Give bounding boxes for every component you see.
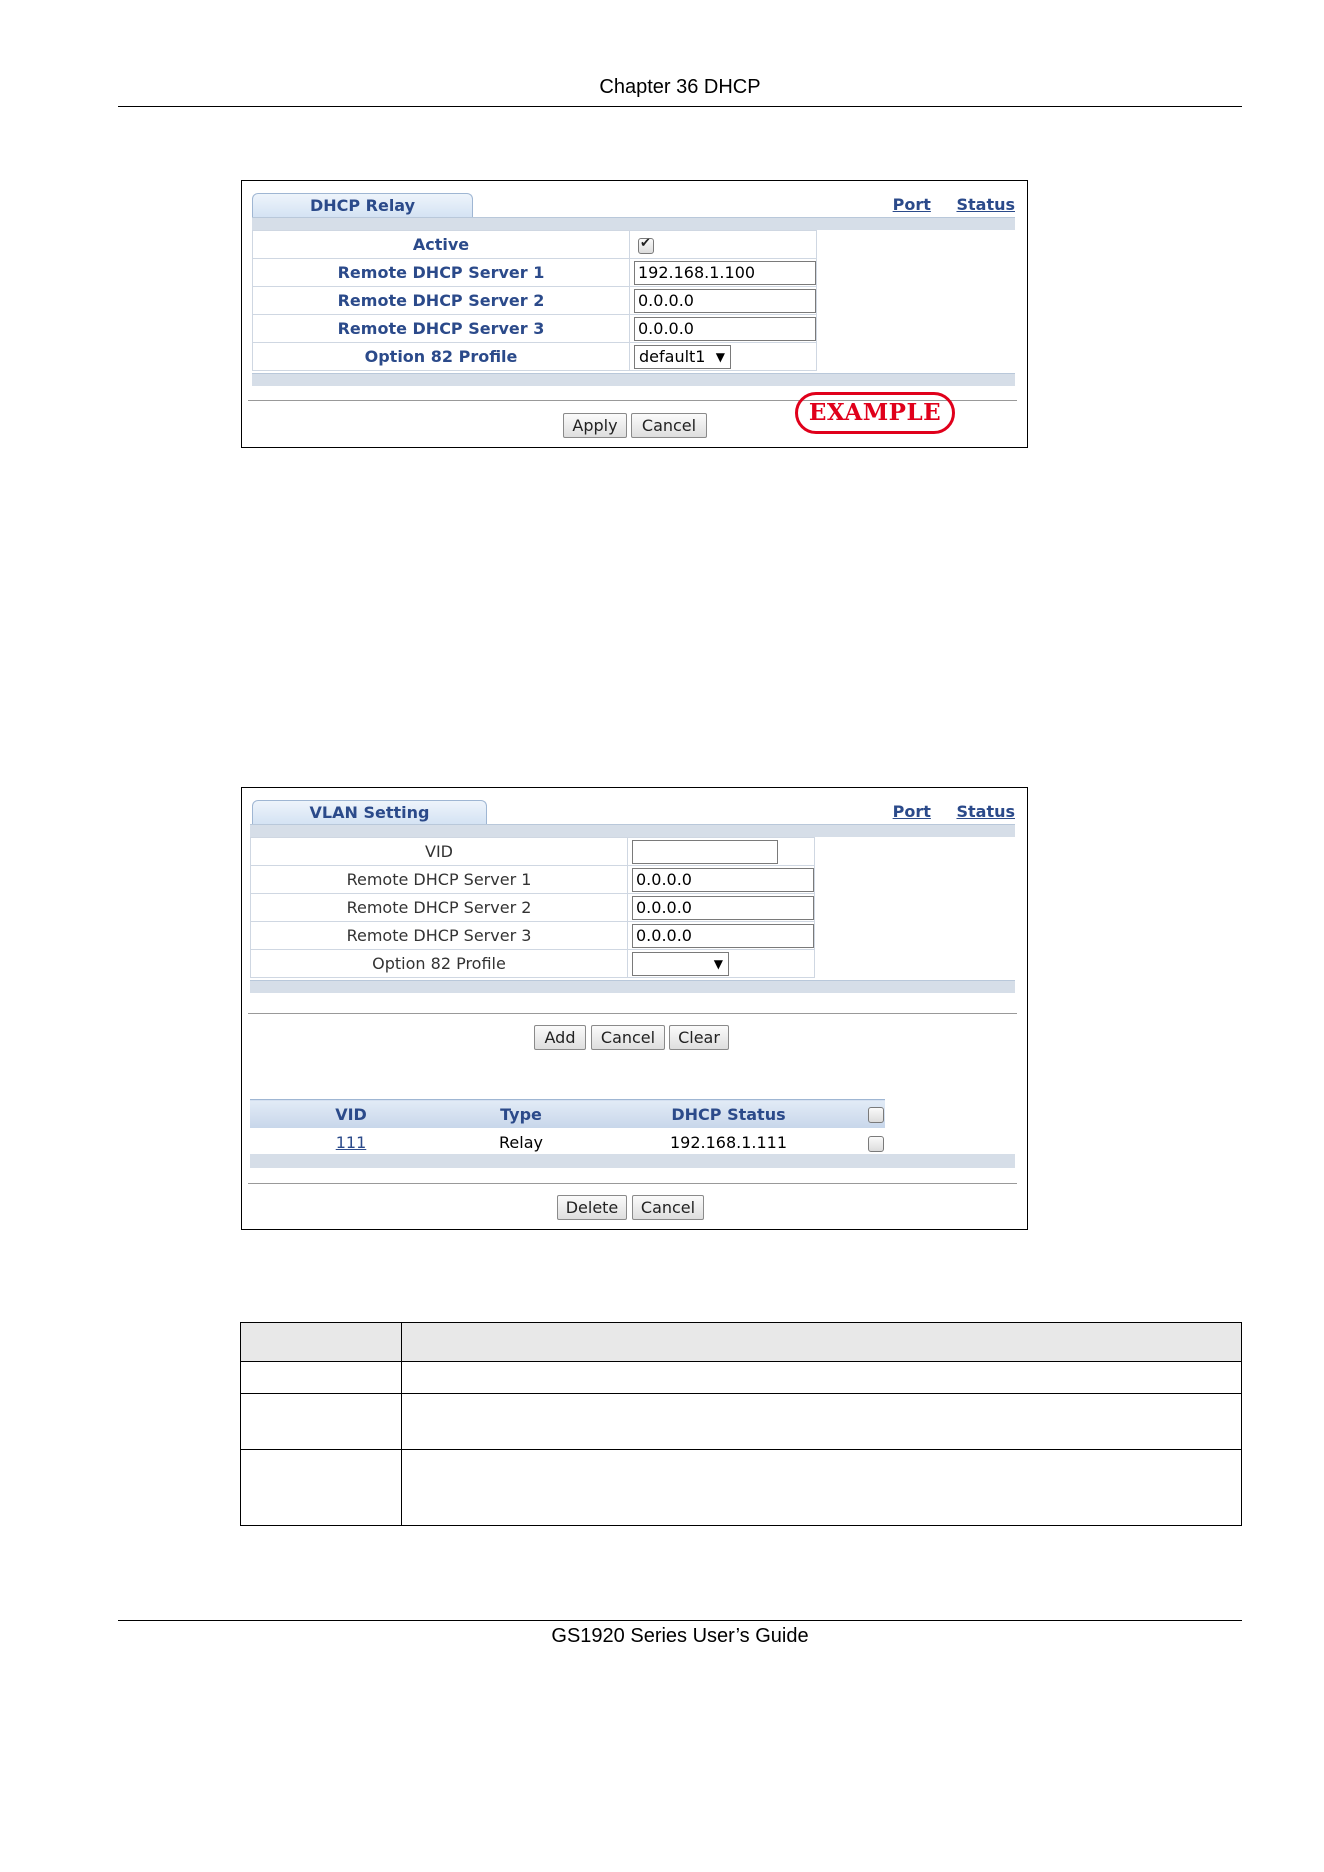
- active-label: Active: [252, 230, 630, 259]
- vid-row: VID: [250, 837, 815, 866]
- cancel-button[interactable]: Cancel: [631, 413, 707, 438]
- port-link[interactable]: Port: [893, 802, 931, 821]
- server2-row: Remote DHCP Server 2 0.0.0.0: [250, 893, 815, 922]
- server1-input[interactable]: 0.0.0.0: [632, 867, 814, 892]
- top-links: Port Status: [873, 802, 1015, 821]
- dropdown-arrow-icon: ▼: [715, 349, 725, 364]
- option82-label: Option 82 Profile: [250, 949, 628, 978]
- top-links: Port Status: [873, 195, 1015, 214]
- server3-input[interactable]: 0.0.0.0: [634, 316, 816, 341]
- clear-button[interactable]: Clear: [669, 1025, 729, 1050]
- server3-input[interactable]: 0.0.0.0: [632, 923, 814, 948]
- header-band: [252, 217, 1015, 230]
- tab-dhcp-relay[interactable]: DHCP Relay: [252, 193, 473, 218]
- chapter-title: Chapter 36 DHCP: [599, 76, 761, 98]
- server3-row: Remote DHCP Server 3 0.0.0.0: [252, 314, 817, 343]
- server3-label: Remote DHCP Server 3: [250, 921, 628, 950]
- option82-select[interactable]: ▼: [632, 951, 729, 976]
- header-cell-description: [401, 1322, 1242, 1362]
- option82-label: Option 82 Profile: [252, 342, 630, 371]
- server2-label: Remote DHCP Server 2: [250, 893, 628, 922]
- col-type: Type: [452, 1099, 590, 1128]
- server2-input[interactable]: 0.0.0.0: [632, 895, 814, 920]
- server1-label: Remote DHCP Server 1: [252, 258, 630, 287]
- status-link[interactable]: Status: [956, 195, 1015, 214]
- separator: [248, 1183, 1017, 1184]
- cancel-button[interactable]: Cancel: [591, 1025, 665, 1050]
- add-button[interactable]: Add: [534, 1025, 586, 1050]
- vlan-list: VID Type DHCP Status 111 Relay 192.168.1…: [250, 1099, 885, 1158]
- vid-input[interactable]: [632, 839, 778, 864]
- relay-form: Active Remote DHCP Server 1 192.168.1.10…: [252, 230, 817, 371]
- separator: [248, 1013, 1017, 1014]
- cancel-button-2[interactable]: Cancel: [632, 1195, 704, 1220]
- vlan-setting-screen: VLAN Setting Port Status VID Remote DHCP…: [241, 787, 1028, 1230]
- apply-button[interactable]: Apply: [563, 413, 627, 438]
- option82-selected: default1: [639, 346, 706, 366]
- table-row: [240, 1393, 1242, 1450]
- description-table: [240, 1322, 1242, 1526]
- server2-input[interactable]: 0.0.0.0: [634, 288, 816, 313]
- status-link[interactable]: Status: [956, 802, 1015, 821]
- server3-label: Remote DHCP Server 3: [252, 314, 630, 343]
- tab-vlan-setting[interactable]: VLAN Setting: [252, 800, 487, 825]
- guide-title: GS1920 Series User’s Guide: [551, 1625, 809, 1647]
- active-checkbox[interactable]: [638, 236, 654, 254]
- option82-row: Option 82 Profile default1 ▼: [252, 342, 817, 371]
- table-header-row: [240, 1322, 1242, 1362]
- vid-label: VID: [250, 837, 628, 866]
- example-stamp: EXAMPLE: [795, 392, 955, 434]
- footer-band: [250, 980, 1015, 993]
- delete-button[interactable]: Delete: [557, 1195, 627, 1220]
- table-row: [240, 1449, 1242, 1526]
- list-band: [250, 1154, 1015, 1168]
- server1-row: Remote DHCP Server 1 192.168.1.100: [252, 258, 817, 287]
- server2-row: Remote DHCP Server 2 0.0.0.0: [252, 286, 817, 315]
- dhcp-relay-screen: DHCP Relay Port Status Active Remote DHC…: [241, 180, 1028, 448]
- vlan-form: VID Remote DHCP Server 1 0.0.0.0 Remote …: [250, 837, 815, 978]
- server3-row: Remote DHCP Server 3 0.0.0.0: [250, 921, 815, 950]
- server2-label: Remote DHCP Server 2: [252, 286, 630, 315]
- option82-row: Option 82 Profile ▼: [250, 949, 815, 978]
- server1-label: Remote DHCP Server 1: [250, 865, 628, 894]
- header-band: [250, 824, 1015, 837]
- option82-select[interactable]: default1 ▼: [634, 344, 731, 369]
- page-footer: GS1920 Series User’s Guide: [118, 1620, 1242, 1647]
- header-cell-label: [240, 1322, 402, 1362]
- server1-row: Remote DHCP Server 1 0.0.0.0: [250, 865, 815, 894]
- row-checkbox[interactable]: [868, 1135, 884, 1152]
- vid-link[interactable]: 111: [336, 1133, 367, 1152]
- col-vid: VID: [250, 1099, 452, 1128]
- dropdown-arrow-icon: ▼: [713, 956, 723, 971]
- table-row: [240, 1361, 1242, 1394]
- page-header: Chapter 36 DHCP: [118, 70, 1242, 107]
- active-row: Active: [252, 230, 817, 259]
- col-dhcp-status: DHCP Status: [590, 1099, 867, 1128]
- port-link[interactable]: Port: [893, 195, 931, 214]
- list-header: VID Type DHCP Status: [250, 1099, 885, 1128]
- server1-input[interactable]: 192.168.1.100: [634, 260, 816, 285]
- select-all-checkbox[interactable]: [868, 1107, 884, 1123]
- footer-band: [252, 373, 1015, 386]
